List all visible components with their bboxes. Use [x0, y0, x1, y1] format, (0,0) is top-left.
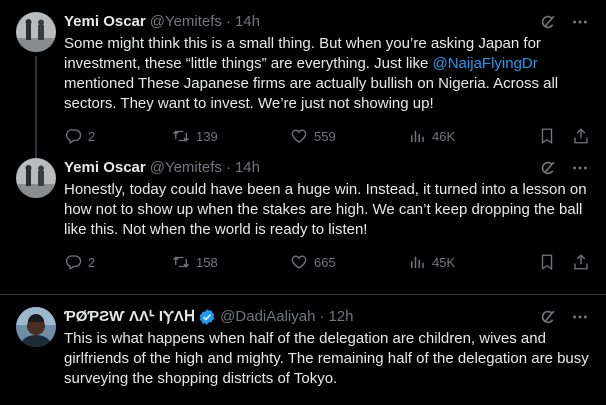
reply-count: 2: [88, 128, 96, 144]
tweet-content: Yemi Oscar @Yemitefs · 14h Some might th…: [64, 12, 590, 158]
views-button[interactable]: 45K: [408, 253, 534, 271]
bookmark-button[interactable]: [538, 127, 556, 145]
timeline-feed: Yemi Oscar @Yemitefs · 14h Some might th…: [0, 0, 606, 405]
avatar-column: [16, 158, 56, 294]
views-button[interactable]: 46K: [408, 127, 534, 145]
thread-line: [35, 56, 37, 174]
share-button[interactable]: [572, 127, 590, 145]
grok-icon[interactable]: [538, 12, 558, 32]
repost-button[interactable]: 158: [172, 253, 290, 271]
author-name[interactable]: Yemi Oscar: [64, 12, 146, 32]
bookmark-button[interactable]: [538, 253, 556, 271]
views-icon: [411, 130, 424, 142]
more-options-icon[interactable]: [570, 158, 590, 178]
tweet-header: Yemi Oscar @Yemitefs · 14h: [64, 12, 590, 32]
tweet-text: This is what happens when half of the de…: [64, 330, 589, 387]
author-handle[interactable]: @DadiAaliyah: [220, 307, 315, 327]
tweet-text: Honestly, today could have been a huge w…: [64, 181, 587, 238]
separator-dot: ·: [225, 13, 231, 30]
avatar[interactable]: [16, 12, 56, 52]
tweet-actions: 2 139 559 46K: [64, 126, 590, 146]
tweet-actions: 2 158 665 45K: [64, 252, 590, 272]
avatar-image: [16, 158, 56, 198]
timestamp[interactable]: 14h: [235, 158, 260, 178]
author-name[interactable]: Yemi Oscar: [64, 158, 146, 178]
repost-icon: [173, 256, 189, 268]
reply-button[interactable]: 2: [64, 127, 172, 145]
repost-icon: [173, 130, 189, 142]
mention-link[interactable]: @NaijaFlyingDr: [433, 55, 538, 72]
grok-icon[interactable]: [538, 307, 558, 327]
timestamp[interactable]: 12h: [328, 307, 353, 327]
verified-badge-icon: [199, 309, 215, 325]
like-count: 559: [314, 128, 336, 144]
like-button[interactable]: 559: [290, 127, 408, 145]
avatar-column: [16, 12, 56, 174]
avatar-image: [16, 307, 56, 347]
author-handle[interactable]: @Yemitefs: [150, 12, 222, 32]
repost-count: 139: [196, 128, 218, 144]
tweet-content: ƤØƤƧⱲ ΛΛᒻ ƖⲨΛᕼ @DadiAaliyah · 12h This i…: [64, 307, 590, 405]
heart-icon: [291, 129, 307, 143]
share-icon: [574, 254, 588, 270]
reply-button[interactable]: 2: [64, 253, 172, 271]
heart-icon: [291, 255, 307, 269]
tweet-text: Some might think this is a small thing. …: [64, 35, 559, 112]
tweet-header: ƤØƤƧⱲ ΛΛᒻ ƖⲨΛᕼ @DadiAaliyah · 12h: [64, 307, 590, 327]
avatar[interactable]: [16, 307, 56, 347]
reply-icon: [65, 255, 82, 270]
avatar-image: [16, 12, 56, 52]
timestamp[interactable]: 14h: [235, 12, 260, 32]
reply-count: 2: [88, 254, 96, 270]
share-icon: [574, 128, 588, 144]
author-name[interactable]: ƤØƤƧⱲ ΛΛᒻ ƖⲨΛᕼ: [64, 307, 195, 327]
more-options-icon[interactable]: [570, 307, 590, 327]
author-handle[interactable]: @Yemitefs: [150, 158, 222, 178]
tweet[interactable]: Yemi Oscar @Yemitefs · 14h Honestly, tod…: [0, 158, 606, 294]
tweet[interactable]: Yemi Oscar @Yemitefs · 14h Some might th…: [0, 0, 606, 174]
repost-button[interactable]: 139: [172, 127, 290, 145]
like-count: 665: [314, 254, 336, 270]
repost-count: 158: [196, 254, 218, 270]
tweet-header: Yemi Oscar @Yemitefs · 14h: [64, 158, 590, 178]
reply-icon: [65, 129, 82, 144]
share-button[interactable]: [572, 253, 590, 271]
more-options-icon[interactable]: [570, 12, 590, 32]
tweet-content: Yemi Oscar @Yemitefs · 14h Honestly, tod…: [64, 158, 590, 294]
view-count: 45K: [432, 254, 456, 270]
separator-dot: ·: [319, 308, 325, 325]
bookmark-icon: [541, 254, 553, 271]
like-button[interactable]: 665: [290, 253, 408, 271]
view-count: 46K: [432, 128, 456, 144]
avatar[interactable]: [16, 158, 56, 198]
avatar-column: [16, 307, 56, 405]
grok-icon[interactable]: [538, 158, 558, 178]
bookmark-icon: [541, 128, 553, 145]
tweet[interactable]: ƤØƤƧⱲ ΛΛᒻ ƖⲨΛᕼ @DadiAaliyah · 12h This i…: [0, 295, 606, 405]
views-icon: [411, 256, 424, 268]
separator-dot: ·: [225, 159, 231, 176]
